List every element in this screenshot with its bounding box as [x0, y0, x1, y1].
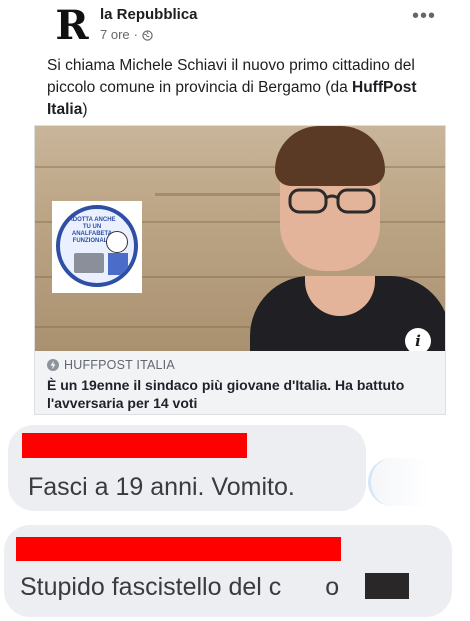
cartoon-face-icon	[106, 231, 128, 253]
redacted-name-bar	[22, 433, 247, 458]
laptop-icon	[74, 253, 104, 273]
post-text-end: )	[82, 101, 88, 118]
link-title[interactable]: È un 19enne il sindaco più giovane d'Ita…	[47, 376, 437, 412]
post-text: Si chiama Michele Schiavi il nuovo primo…	[47, 55, 447, 121]
cartoon-body	[108, 253, 128, 275]
info-icon[interactable]: i	[405, 328, 431, 351]
censored-word-box	[365, 573, 409, 599]
person-hair	[275, 126, 385, 186]
link-preview-card[interactable]: ADOTTA ANCHE TU UN ANALFABETA FUNZIONALE…	[34, 125, 446, 415]
link-preview-image[interactable]: ADOTTA ANCHE TU UN ANALFABETA FUNZIONALE…	[35, 126, 445, 351]
facebook-post: R la Repubblica 7 ore · ••• Si chiama Mi…	[0, 0, 470, 420]
comment-text-start: Stupido fascistello del c	[20, 573, 282, 601]
more-options-icon[interactable]: •••	[412, 6, 436, 26]
globe-icon	[142, 29, 153, 41]
page-avatar[interactable]: R	[50, 2, 94, 49]
link-source: HUFFPOST ITALIA	[47, 358, 175, 372]
comment-text: Fasci a 19 anni. Vomito.	[28, 473, 295, 501]
comment-text: Stupido fascistello del c o	[20, 573, 339, 602]
sticker-badge: ADOTTA ANCHE TU UN ANALFABETA FUNZIONALE	[56, 205, 138, 287]
adopt-sticker: ADOTTA ANCHE TU UN ANALFABETA FUNZIONALE	[52, 201, 142, 293]
comment-text-end: o	[325, 573, 340, 601]
blurred-area	[368, 458, 468, 506]
lightning-icon	[47, 359, 59, 371]
glasses-shape	[288, 188, 376, 214]
post-time[interactable]: 7 ore	[100, 27, 130, 42]
post-meta: 7 ore ·	[100, 27, 153, 42]
redacted-name-bar	[16, 537, 341, 561]
meta-separator: ·	[133, 27, 138, 42]
link-source-label: HUFFPOST ITALIA	[64, 358, 175, 372]
page-name-link[interactable]: la Repubblica	[100, 6, 198, 23]
